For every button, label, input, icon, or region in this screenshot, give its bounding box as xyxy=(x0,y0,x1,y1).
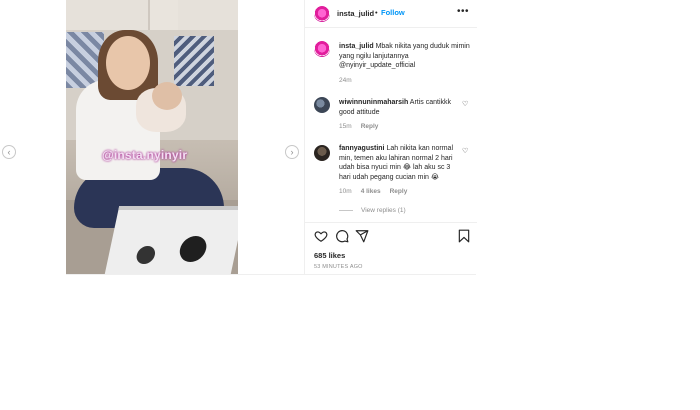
caption: insta_julid Mbak nikita yang duduk mimin… xyxy=(339,42,471,71)
comment-time: 10m xyxy=(339,188,352,195)
comment-time: 15m xyxy=(339,123,352,130)
comment-meta: 10m 4 likes Reply xyxy=(339,188,407,195)
post-timestamp: 53 MINUTES AGO xyxy=(314,264,363,270)
scene-baby-head xyxy=(152,82,182,110)
scene-play-mat xyxy=(104,206,238,274)
caption-time: 24m xyxy=(339,77,352,84)
header-username[interactable]: insta_julid xyxy=(337,9,374,18)
caption-mention[interactable]: @nyinyir_update_official xyxy=(339,62,415,69)
share-icon[interactable] xyxy=(355,229,369,243)
separator-dot: • xyxy=(375,8,378,17)
next-arrow-icon[interactable]: › xyxy=(285,145,299,159)
heart-icon[interactable] xyxy=(314,229,328,243)
embed-bottom-border xyxy=(66,274,476,275)
view-replies-button[interactable]: View replies (1) xyxy=(361,207,406,214)
bookmark-icon[interactable] xyxy=(457,229,471,243)
comment-avatar[interactable] xyxy=(314,145,330,161)
likes-count[interactable]: 685 likes xyxy=(314,251,345,260)
scene-mat-pattern xyxy=(134,246,157,264)
post-details-panel: insta_julid • Follow ••• insta_julid Mba… xyxy=(304,0,477,274)
follow-button[interactable]: Follow xyxy=(381,8,405,17)
media-watermark: @insta.nyinyir xyxy=(102,148,188,162)
post-header: insta_julid • Follow ••• xyxy=(305,0,477,28)
scene-cushion xyxy=(174,36,214,86)
comment-avatar[interactable] xyxy=(314,97,330,113)
comment: wiwinnuninmaharsih Artis cantikkk good a… xyxy=(339,98,459,117)
scene-mat-pattern xyxy=(177,236,209,262)
comment-likes-count[interactable]: 4 likes xyxy=(361,188,381,195)
scene-person-head xyxy=(106,36,150,90)
post-actions-bar: 685 likes 53 MINUTES AGO xyxy=(305,222,477,274)
comment-username[interactable]: wiwinnuninmaharsih xyxy=(339,99,408,106)
comment-icon[interactable] xyxy=(335,229,349,243)
caption-avatar[interactable] xyxy=(314,41,330,57)
avatar[interactable] xyxy=(314,6,330,22)
comment-meta: 15m Reply xyxy=(339,123,378,130)
previous-arrow-icon[interactable]: ‹ xyxy=(2,145,16,159)
post-media-video[interactable]: @insta.nyinyir xyxy=(66,0,238,274)
more-options-icon[interactable]: ••• xyxy=(457,6,469,17)
comment: fannyagustini Lah nikita kan normal min,… xyxy=(339,144,461,182)
comment-like-heart-icon[interactable]: ♡ xyxy=(462,100,468,108)
caption-username[interactable]: insta_julid xyxy=(339,43,374,50)
comment-username[interactable]: fannyagustini xyxy=(339,145,385,152)
comment-like-heart-icon[interactable]: ♡ xyxy=(462,147,468,155)
view-replies-line xyxy=(339,210,353,211)
comment-reply-button[interactable]: Reply xyxy=(390,188,408,195)
instagram-post-embed: @insta.nyinyir ‹ › insta_julid • Follow … xyxy=(0,0,700,410)
comment-reply-button[interactable]: Reply xyxy=(361,123,379,130)
